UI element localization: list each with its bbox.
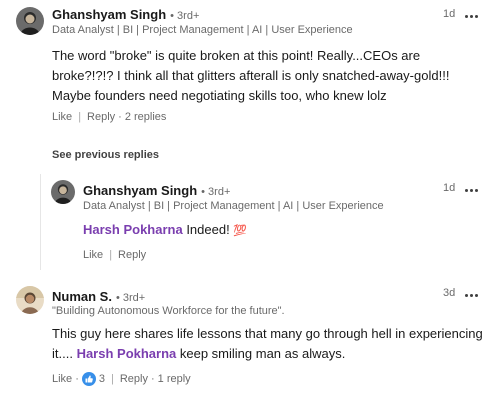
more-options-icon[interactable] bbox=[465, 13, 479, 19]
author-name[interactable]: Ghanshyam Singh bbox=[83, 183, 197, 198]
mention-link[interactable]: Harsh Pokharna bbox=[83, 222, 183, 237]
reply-button[interactable]: Reply bbox=[118, 249, 146, 261]
author-headline: Data Analyst | BI | Project Management |… bbox=[83, 200, 384, 212]
more-options-icon[interactable] bbox=[465, 187, 479, 193]
comment-text-end: keep smiling man as always. bbox=[176, 346, 346, 361]
like-button[interactable]: Like bbox=[52, 373, 72, 385]
reaction-summary[interactable]: 3 bbox=[81, 372, 105, 386]
divider: | bbox=[109, 249, 113, 261]
person-avatar-light-icon bbox=[16, 286, 44, 314]
separator-dot: · bbox=[118, 111, 122, 123]
reply-text: Harsh Pokharna Indeed! 💯 bbox=[83, 220, 483, 241]
divider: | bbox=[78, 111, 82, 123]
timestamp: 3d bbox=[443, 287, 456, 299]
hundred-points-icon: 💯 bbox=[233, 225, 248, 237]
person-avatar-dark-icon bbox=[51, 180, 75, 204]
author-headline: Data Analyst | BI | Project Management |… bbox=[52, 24, 353, 36]
reply-ghanshyam: Ghanshyam Singh • 3rd+ Data Analyst | BI… bbox=[0, 170, 501, 270]
connection-degree: • 3rd+ bbox=[201, 186, 231, 198]
comment-text: The word "broke" is quite broken at this… bbox=[52, 48, 450, 103]
author-name[interactable]: Numan S. bbox=[52, 289, 112, 304]
see-previous-replies-button[interactable]: See previous replies bbox=[52, 149, 159, 161]
thumbs-up-icon bbox=[81, 372, 96, 386]
comment-ghanshyam: Ghanshyam Singh • 3rd+ Data Analyst | BI… bbox=[0, 0, 501, 140]
divider: | bbox=[110, 373, 114, 385]
separator-dot: · bbox=[150, 373, 155, 385]
reply-text-content: Indeed! bbox=[182, 222, 234, 237]
reply-count[interactable]: 1 reply bbox=[158, 373, 191, 385]
avatar[interactable] bbox=[51, 180, 75, 204]
separator-dot: · bbox=[75, 373, 79, 385]
author-name[interactable]: Ghanshyam Singh bbox=[52, 7, 166, 22]
connection-degree: • 3rd+ bbox=[115, 292, 146, 304]
reply-button[interactable]: Reply bbox=[120, 373, 148, 385]
like-button[interactable]: Like bbox=[52, 111, 72, 123]
comment-text: This guy here shares life lessons that m… bbox=[52, 324, 484, 364]
author-headline: "Building Autonomous Workforce for the f… bbox=[52, 305, 285, 317]
more-options-icon[interactable] bbox=[465, 292, 479, 298]
avatar[interactable] bbox=[16, 286, 44, 314]
reply-button[interactable]: Reply bbox=[87, 111, 115, 123]
connection-degree: • 3rd+ bbox=[170, 10, 200, 22]
comment-numan: Numan S. • 3rd+ "Building Autonomous Wor… bbox=[0, 280, 501, 407]
reply-count[interactable]: 2 replies bbox=[125, 111, 167, 123]
timestamp: 1d bbox=[443, 8, 456, 20]
avatar[interactable] bbox=[16, 7, 44, 35]
like-button[interactable]: Like bbox=[83, 249, 103, 261]
mention-link[interactable]: Harsh Pokharna bbox=[77, 346, 177, 361]
reaction-count: 3 bbox=[98, 373, 105, 385]
person-avatar-dark-icon bbox=[16, 7, 44, 35]
timestamp: 1d bbox=[443, 182, 456, 194]
